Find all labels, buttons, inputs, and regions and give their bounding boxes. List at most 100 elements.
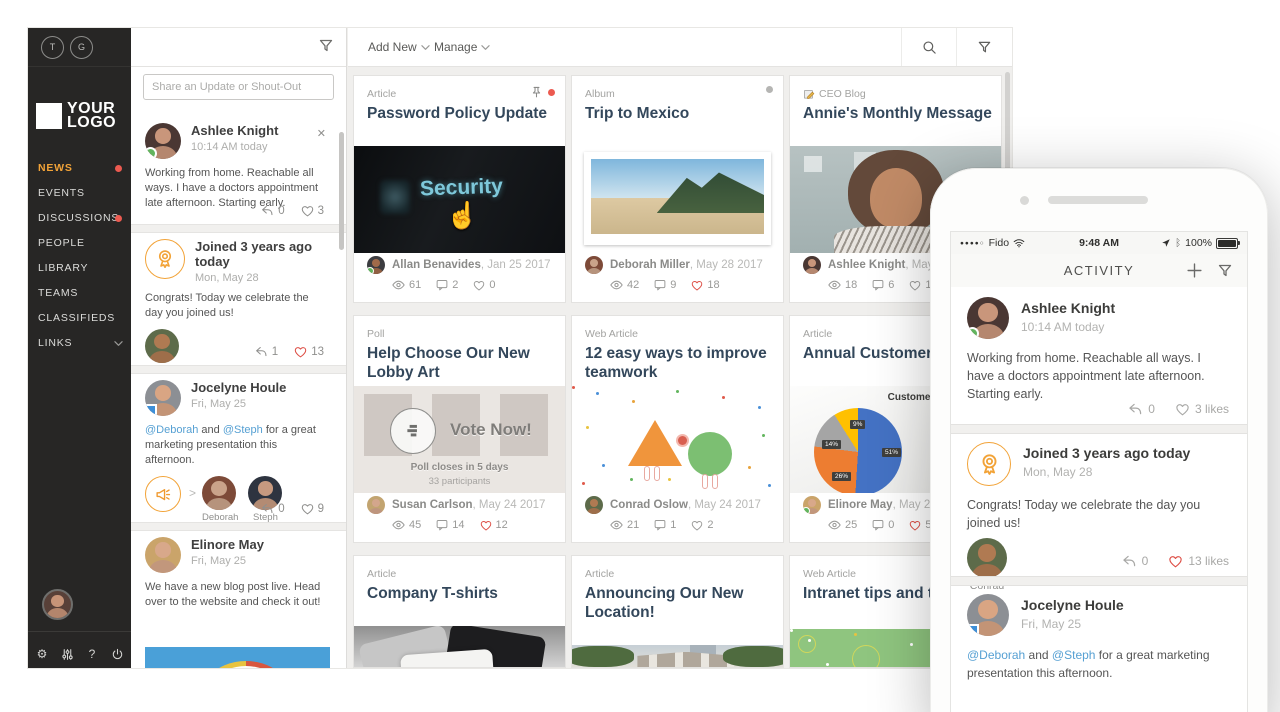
sidebar-item-links[interactable]: LINKS (28, 331, 131, 356)
card-teamwork-article[interactable]: Web Article 12 easy ways to improve team… (571, 315, 784, 543)
like-heart-icon[interactable] (909, 520, 921, 531)
comment-count[interactable]: 0 (888, 519, 894, 531)
phone-filter-icon[interactable] (1217, 263, 1233, 279)
card-author[interactable]: Ashlee Knight (828, 259, 905, 271)
card-author[interactable]: Susan Carlson (392, 499, 473, 511)
reply-icon[interactable] (1122, 555, 1137, 568)
reply-icon[interactable] (261, 205, 274, 217)
pin-icon[interactable] (530, 86, 543, 99)
reply-count[interactable]: 0 (278, 205, 284, 217)
avatar[interactable] (803, 496, 821, 514)
add-plus-icon[interactable] (1186, 262, 1203, 279)
avatar[interactable] (145, 329, 179, 363)
mention-link[interactable]: @Deborah (967, 648, 1025, 662)
sidebar-item-events[interactable]: EVENTS (28, 181, 131, 206)
sidebar-item-people[interactable]: PEOPLE (28, 231, 131, 256)
reply-count[interactable]: 0 (278, 503, 284, 515)
blog-post-image[interactable] (145, 647, 330, 668)
like-heart-icon[interactable] (301, 205, 314, 217)
like-heart-icon[interactable] (480, 520, 492, 531)
avatar[interactable] (585, 256, 603, 274)
card-author[interactable]: Conrad Oslow (610, 499, 688, 511)
reply-count[interactable]: 1 (272, 346, 278, 358)
card-new-location[interactable]: Article Announcing Our New Location! (571, 555, 784, 668)
sidebar-item-teams[interactable]: TEAMS (28, 281, 131, 306)
comment-icon[interactable] (436, 519, 448, 531)
settings-gear-icon[interactable]: ⚙ (31, 647, 53, 661)
comment-icon[interactable] (654, 519, 666, 531)
post-author[interactable]: Jocelyne Houle (191, 380, 286, 395)
avatar[interactable] (803, 256, 821, 274)
comment-icon[interactable] (436, 279, 448, 291)
like-count[interactable]: 0 (489, 279, 495, 291)
search-button[interactable] (901, 28, 957, 66)
avatar[interactable] (367, 496, 385, 514)
sidebar-item-news[interactable]: NEWS (28, 156, 131, 181)
card-author[interactable]: Allan Benavides (392, 259, 481, 271)
share-update-input[interactable] (143, 74, 334, 100)
avatar[interactable] (967, 297, 1009, 339)
avatar[interactable] (967, 594, 1009, 636)
avatar[interactable] (202, 476, 237, 510)
like-count[interactable]: 18 (707, 279, 719, 291)
preferences-sliders-icon[interactable] (56, 646, 78, 660)
like-count[interactable]: 13 (311, 346, 324, 358)
mention-link[interactable]: @Steph (1052, 648, 1096, 662)
feed-scrollbar-thumb[interactable] (339, 132, 344, 250)
card-trip-mexico[interactable]: Album Trip to Mexico Deborah Miller, May… (571, 75, 784, 303)
add-new-menu[interactable]: Add New (368, 28, 430, 66)
comment-count[interactable]: 2 (452, 279, 458, 291)
current-user-avatar[interactable] (42, 589, 73, 620)
account-switch-g-button[interactable]: G (70, 36, 93, 59)
like-heart-icon[interactable] (691, 280, 703, 291)
like-count[interactable]: 12 (496, 519, 508, 531)
mention-link[interactable]: @Deborah (145, 424, 198, 436)
post-author[interactable]: Jocelyne Houle (1021, 597, 1124, 614)
account-switch-t-button[interactable]: T (41, 36, 64, 59)
comment-icon[interactable] (654, 279, 666, 291)
like-heart-icon[interactable] (473, 280, 485, 291)
vote-now-button[interactable]: Vote Now! (450, 420, 532, 440)
sidebar-item-classifieds[interactable]: CLASSIFIEDS (28, 306, 131, 331)
post-author[interactable]: Elinore May (191, 537, 264, 552)
card-tshirts[interactable]: Article Company T-shirts (353, 555, 566, 668)
like-count[interactable]: 3 (318, 205, 324, 217)
sidebar-item-library[interactable]: LIBRARY (28, 256, 131, 281)
like-heart-icon[interactable] (691, 520, 703, 531)
post-author[interactable]: Ashlee Knight (191, 123, 278, 138)
close-icon[interactable]: ✕ (317, 127, 326, 140)
avatar[interactable] (367, 256, 385, 274)
reply-icon[interactable] (255, 346, 268, 358)
manage-menu[interactable]: Manage (434, 28, 490, 66)
comment-icon[interactable] (872, 279, 884, 291)
like-count[interactable]: 13 likes (1188, 554, 1229, 568)
reply-count[interactable]: 0 (1142, 554, 1149, 568)
feed-filter-icon[interactable] (318, 38, 334, 54)
comment-count[interactable]: 6 (888, 279, 894, 291)
logout-power-icon[interactable] (106, 646, 128, 660)
like-heart-icon[interactable] (1175, 403, 1190, 416)
post-author[interactable]: Ashlee Knight (1021, 300, 1115, 317)
avatar[interactable] (585, 496, 603, 514)
card-author[interactable]: Deborah Miller (610, 259, 690, 271)
sidebar-item-discussions[interactable]: DISCUSSIONS (28, 206, 131, 231)
main-filter-button[interactable] (956, 28, 1012, 66)
mention-link[interactable]: @Steph (223, 424, 263, 436)
reply-icon[interactable] (261, 503, 274, 515)
card-poll-lobby-art[interactable]: Poll Help Choose Our New Lobby Art Vote … (353, 315, 566, 543)
like-heart-icon[interactable] (1168, 555, 1183, 568)
comment-count[interactable]: 1 (670, 519, 676, 531)
comment-count[interactable]: 14 (452, 519, 464, 531)
avatar[interactable] (967, 538, 1007, 578)
card-author[interactable]: Elinore May (828, 499, 893, 511)
like-heart-icon[interactable] (301, 503, 314, 515)
avatar[interactable] (145, 380, 181, 416)
like-count[interactable]: 2 (707, 519, 713, 531)
reply-icon[interactable] (1128, 403, 1143, 416)
like-heart-icon[interactable] (294, 346, 307, 358)
card-password-policy[interactable]: Article Password Policy Update Security … (353, 75, 566, 303)
comment-icon[interactable] (872, 519, 884, 531)
like-count[interactable]: 3 likes (1195, 402, 1229, 416)
help-question-icon[interactable]: ? (81, 647, 103, 661)
like-heart-icon[interactable] (909, 280, 921, 291)
